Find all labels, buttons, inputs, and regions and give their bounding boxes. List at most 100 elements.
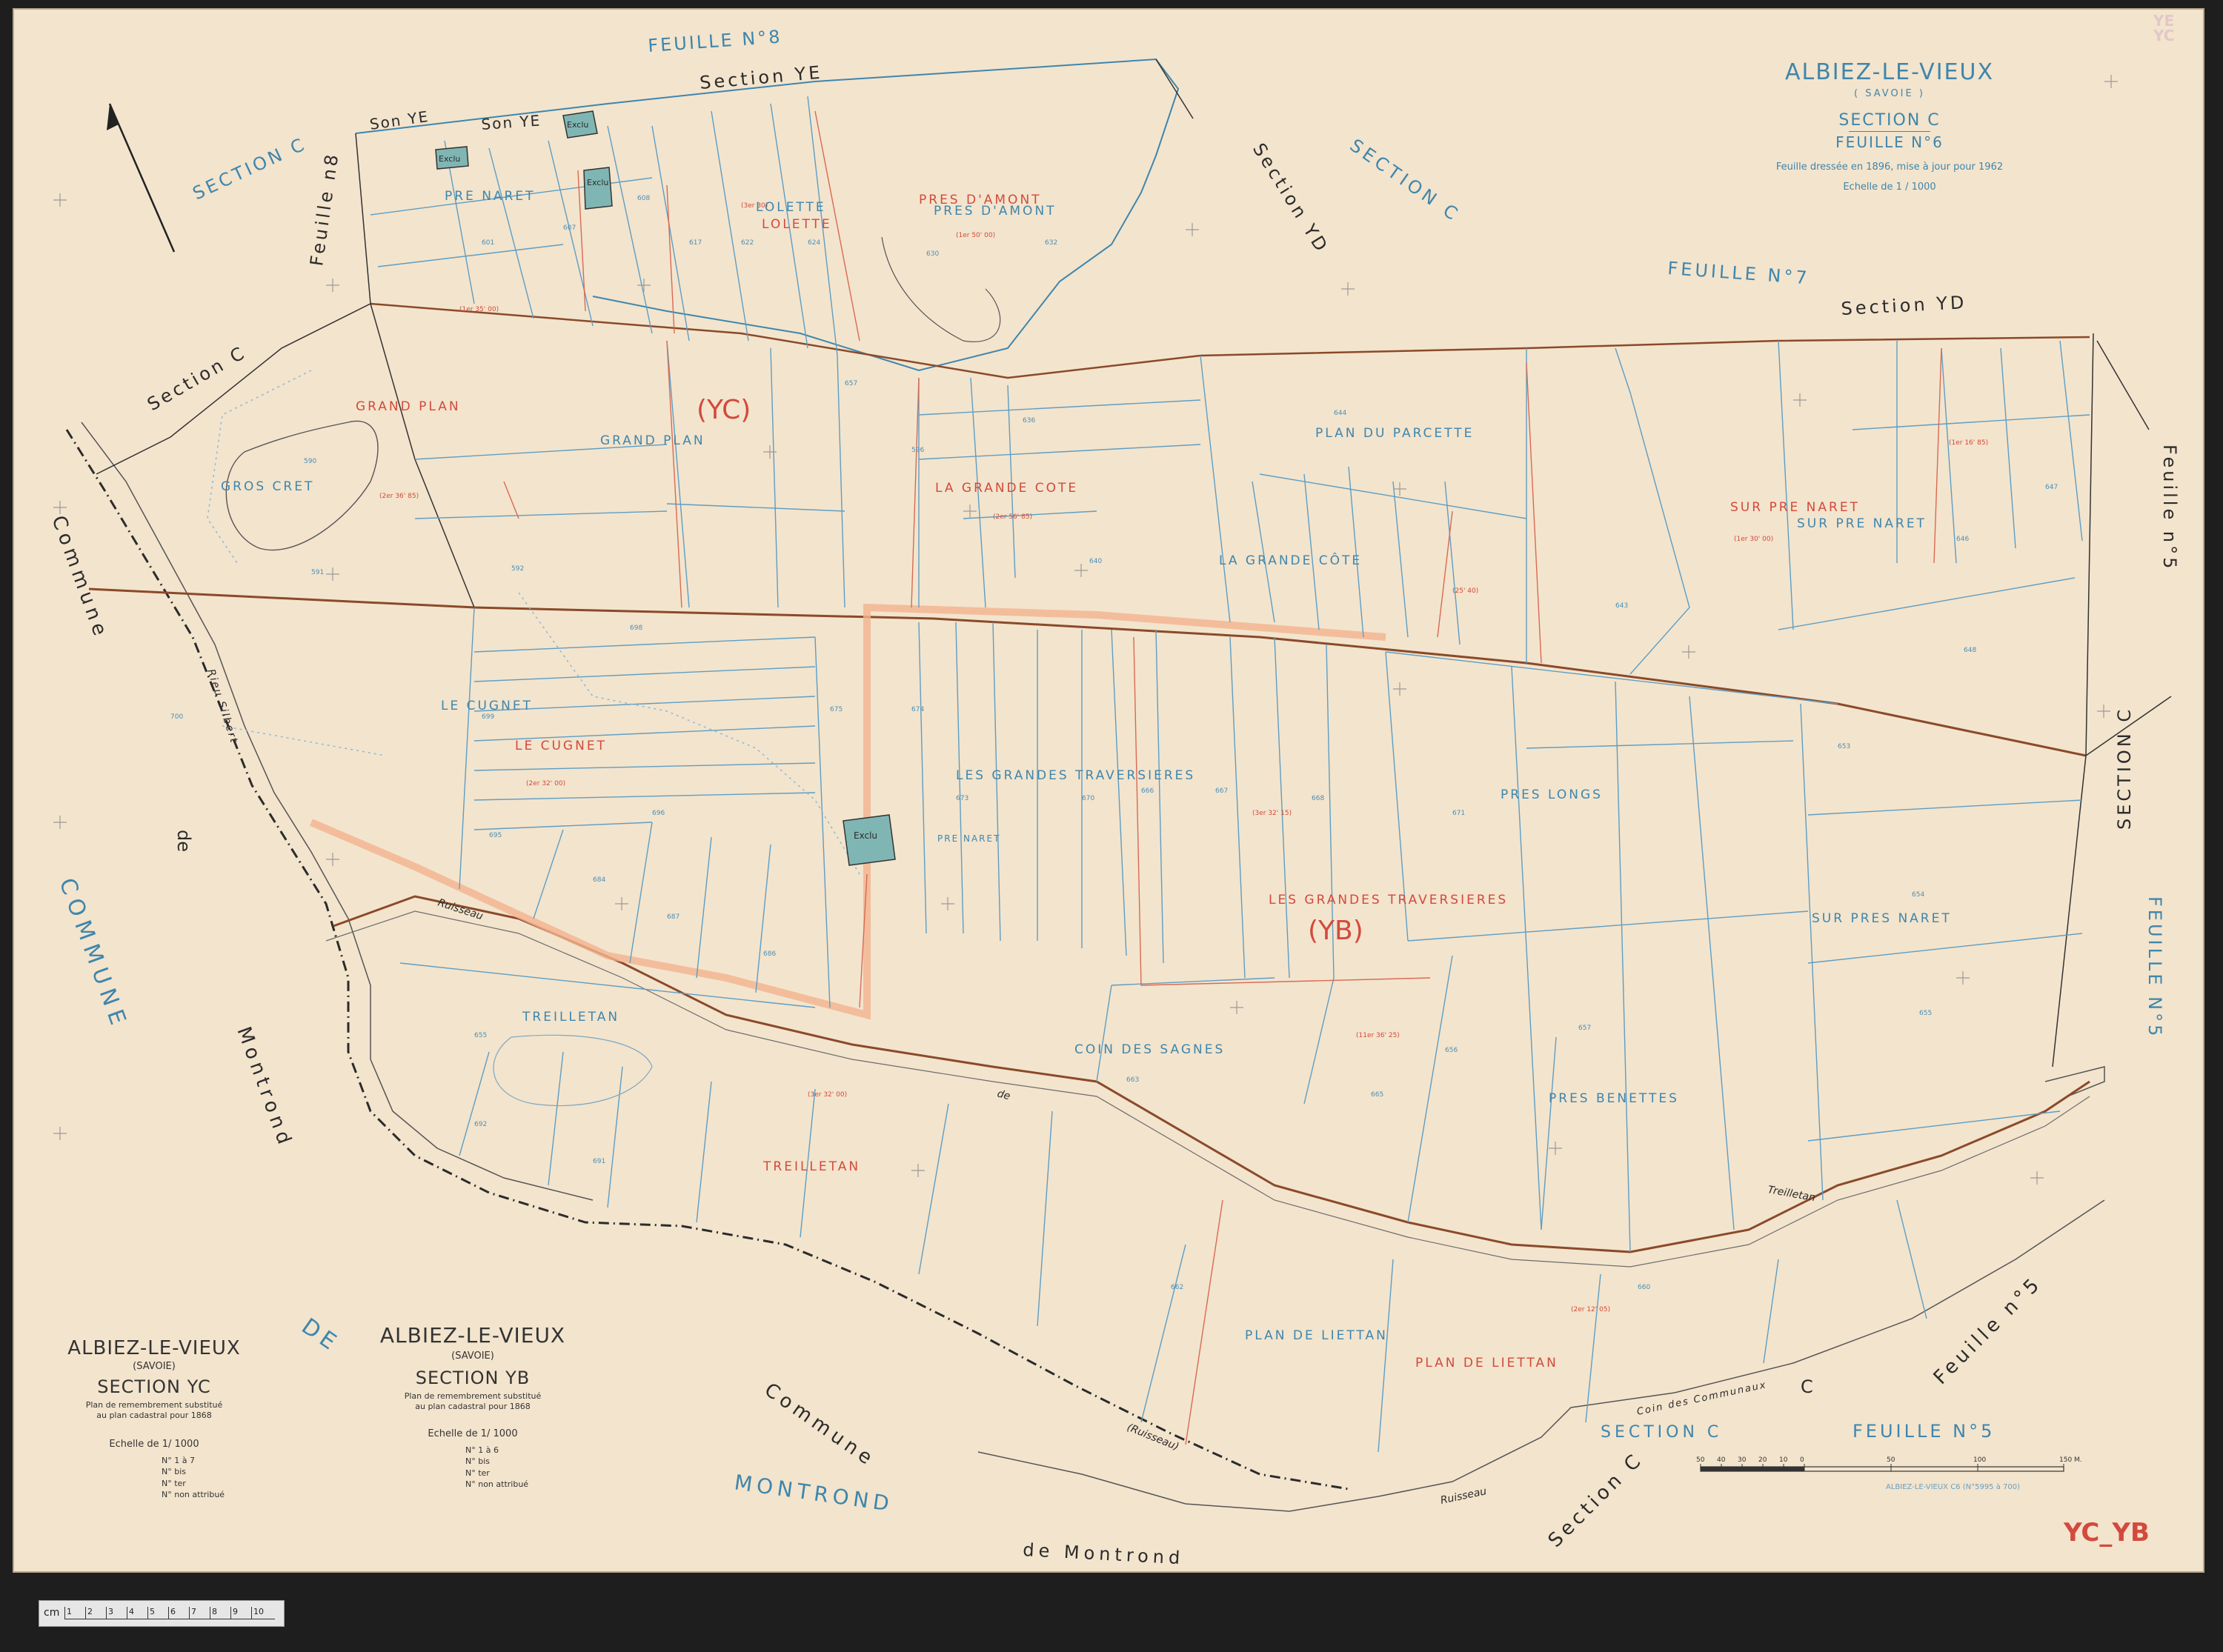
commune-boundary-stream	[65, 429, 1349, 1491]
svg-text:646: 646	[1956, 536, 1969, 543]
svg-text:657: 657	[845, 380, 857, 387]
feuille-n5-right2: FEUILLE N°5	[2144, 896, 2165, 1039]
stream-bank	[81, 422, 594, 1201]
parcel-numbers: 601 607 608 617 622 624 630 632 590 591 592 65…	[170, 195, 2058, 1291]
svg-text:608: 608	[637, 195, 650, 202]
rieu-silbert: Rieu Silbert	[205, 667, 240, 745]
yc-dept: (SAVOIE)	[133, 1361, 176, 1372]
svg-text:671: 671	[1452, 810, 1465, 817]
svg-text:670: 670	[1082, 795, 1094, 802]
feuille-n5-bottom: FEUILLE N°5	[1852, 1421, 1995, 1442]
yc-legend-item: N° ter	[162, 1478, 186, 1488]
yb-legend-item: N° non attribué	[465, 1479, 529, 1489]
svg-text:591: 591	[311, 569, 324, 576]
corner-faint-yc: YC	[2153, 27, 2175, 44]
title-commune: ALBIEZ-LE-VIEUX	[1784, 59, 1995, 85]
place-le-cugnet: LE CUGNET	[441, 699, 533, 713]
montrond-bottom: MONTROND	[733, 1470, 895, 1516]
yb-echelle: Echelle de 1/ 1000	[428, 1428, 518, 1439]
yb-desc1: Plan de remembrement substitué	[404, 1391, 542, 1401]
corner-stamp: YC_YB	[2063, 1518, 2150, 1548]
svg-text:(11er 36' 25): (11er 36' 25)	[1356, 1032, 1400, 1039]
svg-text:(1er 16' 85): (1er 16' 85)	[1949, 439, 1988, 447]
svg-text:(2er 56' 85): (2er 56' 85)	[993, 513, 1032, 521]
yc-commune: ALBIEZ-LE-VIEUX	[67, 1337, 241, 1359]
svg-text:691: 691	[593, 1158, 605, 1165]
north-arrow-line	[108, 103, 176, 253]
yc-section: SECTION YC	[97, 1376, 211, 1397]
de-bottom: DE	[296, 1313, 344, 1358]
red-parcel-lines	[503, 110, 1942, 1445]
svg-text:607: 607	[563, 224, 576, 232]
commune-bottom: Commune	[760, 1379, 880, 1471]
scale-tick-label: 40	[1717, 1456, 1726, 1464]
de-treilletan: de	[996, 1088, 1011, 1102]
treilletan-road-edge	[325, 910, 2090, 1268]
scale-tick-label: 100	[1973, 1456, 1986, 1464]
svg-text:660: 660	[1638, 1284, 1650, 1291]
c-bottom-label: C	[1801, 1376, 1813, 1397]
ruler-tick: 2	[85, 1607, 93, 1619]
place-pre-naret-small: PRE NARET	[937, 833, 1000, 844]
yc-legend-item: N° non attribué	[162, 1489, 225, 1499]
place-treilletan: TREILLETAN	[522, 1010, 619, 1025]
svg-text:667: 667	[1215, 787, 1228, 795]
exclu-block	[583, 167, 613, 210]
svg-text:687: 687	[667, 913, 679, 921]
measuring-ruler: cm 1 2 3 4 5 6 7 8 9 10	[39, 1600, 285, 1627]
svg-text:(2er 32' 00): (2er 32' 00)	[526, 780, 565, 787]
section-c-left: Section C	[144, 342, 250, 415]
svg-text:662: 662	[1171, 1284, 1183, 1291]
section-c-topleft: SECTION C	[190, 133, 310, 204]
treilletan-contour	[493, 1034, 653, 1107]
place-sur-pre-naret: SUR PRE NARET	[1797, 516, 1927, 531]
exclu-label: Exclu	[567, 120, 588, 130]
svg-text:636: 636	[1023, 417, 1035, 424]
title-cartouche: ALBIEZ-LE-VIEUX ( SAVOIE ) SECTION C FEU…	[1749, 59, 2030, 193]
svg-text:630: 630	[926, 250, 939, 258]
svg-text:665: 665	[1371, 1091, 1383, 1099]
corner-faint-stamp: YE YC	[2153, 13, 2174, 43]
red-treilletan: TREILLETAN	[762, 1159, 860, 1174]
section-ye-label: Section YE	[699, 62, 823, 93]
scale-tick-label: 0	[1800, 1456, 1804, 1464]
yc-yb-boundary	[310, 603, 1386, 1020]
svg-text:666: 666	[1141, 787, 1154, 795]
title-feuille: FEUILLE N°6	[1835, 133, 1944, 151]
yc-legend: N° 1 à 7 N° bis N° ter N° non attribué	[162, 1455, 243, 1501]
red-lolette: LOLETTE	[762, 217, 832, 232]
parcel-lines	[370, 96, 2090, 1453]
svg-text:624: 624	[808, 239, 820, 247]
svg-text:673: 673	[956, 795, 968, 802]
svg-text:684: 684	[593, 876, 605, 884]
feuille-n5-bottom2: Feuille n°5	[1930, 1272, 2047, 1389]
place-grand-plan: GRAND PLAN	[600, 433, 705, 448]
section-c-bottom2: Section C	[1544, 1448, 1648, 1552]
son-ye-2: Son YE	[481, 111, 542, 133]
ruler-tick: 1	[64, 1607, 72, 1619]
svg-text:657: 657	[1578, 1025, 1591, 1032]
north-arrow-head	[107, 104, 119, 130]
ruler-tick: 7	[189, 1607, 196, 1619]
yc-desc1: Plan de remembrement substitué	[85, 1400, 223, 1410]
yb-desc2: au plan cadastral pour 1868	[415, 1401, 531, 1411]
montrond-left: Montrond	[232, 1024, 296, 1151]
place-grandes-traversieres: LES GRANDES TRAVERSIERES	[956, 768, 1195, 783]
section-c-right: SECTION C	[2114, 707, 2135, 830]
section-c-top: SECTION C	[1346, 135, 1465, 226]
exclu-label: Exclu	[587, 178, 608, 187]
yc-legend-item: N° 1 à 7	[162, 1455, 195, 1465]
yb-legend-item: N° 1 à 6	[465, 1445, 499, 1455]
son-ye-1: Son YE	[368, 107, 430, 133]
svg-text:(1er 30' 00): (1er 30' 00)	[1734, 536, 1773, 543]
svg-text:696: 696	[652, 810, 665, 817]
svg-text:590: 590	[304, 458, 316, 465]
svg-text:653: 653	[1838, 743, 1850, 750]
place-pre-naret-top: PRE NARET	[445, 189, 536, 204]
svg-text:699: 699	[482, 713, 494, 721]
svg-text:700: 700	[170, 713, 183, 721]
commune-left-big: COMMUNE	[53, 875, 133, 1034]
place-plan-liettan: PLAN DE LIETTAN	[1245, 1328, 1388, 1343]
scale-tick-label: 10	[1779, 1456, 1788, 1464]
place-pres-benettes: PRES BENETTES	[1549, 1091, 1679, 1106]
